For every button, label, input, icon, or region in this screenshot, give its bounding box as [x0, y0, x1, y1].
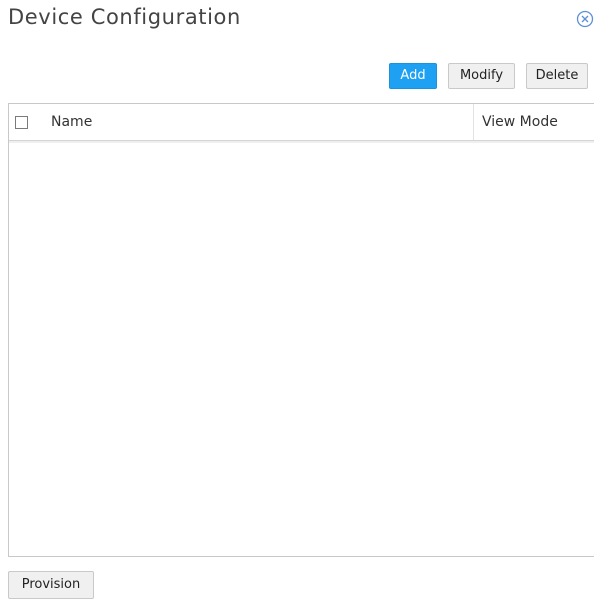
dialog-title: Device Configuration	[8, 5, 241, 29]
provision-button[interactable]: Provision	[8, 571, 94, 599]
column-header-name[interactable]: Name	[51, 114, 92, 130]
table-body	[9, 143, 594, 556]
delete-button[interactable]: Delete	[526, 63, 588, 89]
select-all-checkbox[interactable]	[15, 116, 28, 129]
column-header-view-mode[interactable]: View Mode	[482, 114, 558, 130]
close-icon[interactable]	[576, 10, 594, 28]
modify-button[interactable]: Modify	[448, 63, 515, 89]
add-button[interactable]: Add	[389, 63, 437, 89]
column-divider[interactable]	[473, 104, 474, 140]
table-header: Name View Mode	[9, 104, 594, 141]
device-table: Name View Mode	[8, 103, 594, 557]
